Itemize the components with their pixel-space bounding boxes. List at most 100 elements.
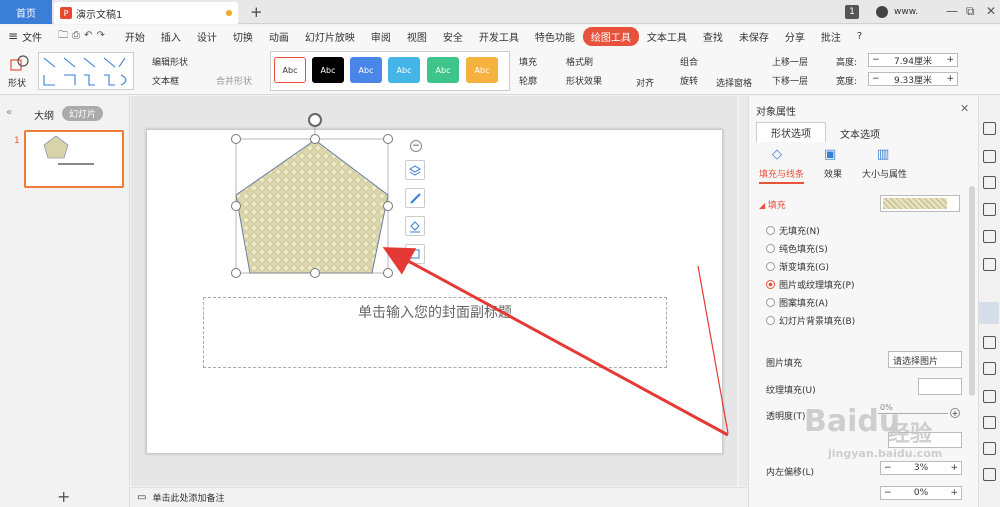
shape-side-icon[interactable]: [983, 176, 996, 189]
chart-icon[interactable]: [983, 258, 996, 271]
increment-icon[interactable]: +: [950, 408, 960, 418]
increment-icon[interactable]: +: [943, 74, 957, 84]
crop-icon[interactable]: [405, 244, 425, 264]
close-panel-icon[interactable]: ✕: [960, 102, 969, 115]
unsaved-status[interactable]: 未保存: [731, 29, 777, 44]
menu-item[interactable]: 审阅: [363, 29, 399, 44]
collapse-panel-icon[interactable]: «: [6, 107, 12, 118]
increment-icon[interactable]: +: [943, 55, 957, 65]
resize-handle[interactable]: [231, 134, 241, 144]
tab-shape-options[interactable]: 形状选项: [756, 122, 826, 142]
user-name[interactable]: www.: [894, 7, 918, 17]
fill-button[interactable]: 填充: [519, 55, 537, 68]
resize-handle[interactable]: [231, 201, 241, 211]
menu-item[interactable]: 动画: [261, 29, 297, 44]
box-icon[interactable]: [983, 390, 996, 403]
resize-handle[interactable]: [231, 268, 241, 278]
tab-document[interactable]: P 演示文稿1: [54, 2, 238, 24]
hamburger-icon[interactable]: ≡: [0, 29, 20, 43]
style-preset-white[interactable]: Abc: [274, 57, 306, 83]
selection-pane-button[interactable]: 选择窗格: [716, 76, 752, 89]
resize-handle[interactable]: [383, 268, 393, 278]
offset-right-input[interactable]: − 0% +: [880, 486, 962, 500]
select-icon[interactable]: [983, 336, 996, 349]
pen-icon[interactable]: [405, 188, 425, 208]
slide-thumbnail[interactable]: [24, 130, 124, 188]
fill-option[interactable]: 无填充(N): [766, 224, 820, 237]
resize-handle[interactable]: [383, 134, 393, 144]
add-slide-button[interactable]: +: [57, 487, 70, 506]
increment-icon[interactable]: +: [947, 463, 961, 473]
link-icon[interactable]: [983, 468, 996, 481]
size-icon[interactable]: ▥: [877, 147, 889, 162]
pentagon-shape[interactable]: [226, 112, 426, 282]
pin-icon[interactable]: [983, 203, 996, 216]
decrement-icon[interactable]: −: [881, 463, 895, 473]
copy-icon[interactable]: [983, 150, 996, 163]
fill-bucket-icon[interactable]: [405, 216, 425, 236]
help-button[interactable]: ?: [849, 31, 870, 42]
menu-text-tools[interactable]: 文本工具: [639, 29, 695, 44]
properties-active-icon[interactable]: [979, 302, 999, 324]
panel-scrollbar[interactable]: [969, 186, 975, 396]
style-preset-cyan[interactable]: Abc: [388, 57, 420, 83]
search-button[interactable]: 查找: [695, 29, 731, 44]
rotate-button[interactable]: 旋转: [680, 74, 698, 87]
window-count-badge[interactable]: 1: [845, 5, 859, 19]
resize-handle[interactable]: [310, 134, 320, 144]
height-input[interactable]: − 7.94厘米 +: [868, 53, 958, 67]
style-preset-black[interactable]: Abc: [312, 57, 344, 83]
menu-quick-tools[interactable]: 🗀⎙↶↷: [50, 28, 117, 45]
effect-icon[interactable]: ▣: [824, 147, 836, 162]
new-tab-button[interactable]: +: [250, 3, 263, 21]
menu-item[interactable]: 幻灯片放映: [297, 29, 363, 44]
resize-handle[interactable]: [383, 201, 393, 211]
fill-preview-dropdown[interactable]: [880, 195, 960, 212]
share-button[interactable]: 分享: [777, 29, 813, 44]
notes-bar[interactable]: ▭ 单击此处添加备注: [131, 487, 747, 507]
menu-item[interactable]: 切换: [225, 29, 261, 44]
style-preset-orange[interactable]: Abc: [466, 57, 498, 83]
grid-icon[interactable]: [983, 230, 996, 243]
decrement-icon[interactable]: −: [869, 55, 883, 65]
layers-side-icon[interactable]: [983, 362, 996, 375]
tab-outline[interactable]: 大纲: [34, 107, 54, 122]
align-button[interactable]: 对齐: [636, 76, 654, 89]
style-preset-green[interactable]: Abc: [427, 57, 459, 83]
edit-shape-button[interactable]: 编辑形状: [152, 55, 188, 68]
shape-effect-button[interactable]: 形状效果: [566, 74, 602, 87]
increment-icon[interactable]: +: [947, 488, 961, 498]
resize-handle[interactable]: [310, 268, 320, 278]
outline-button[interactable]: 轮廓: [519, 74, 537, 87]
bring-forward-button[interactable]: 上移一层: [772, 55, 808, 68]
format-brush-button[interactable]: 格式刷: [566, 55, 593, 68]
subtab-fill-line[interactable]: 填充与线条: [759, 167, 805, 184]
menu-file[interactable]: 文件: [20, 29, 50, 44]
fill-option-selected[interactable]: 图片或纹理填充(P): [766, 278, 854, 291]
text-box-button[interactable]: 文本框: [152, 74, 179, 87]
group-button[interactable]: 组合: [680, 55, 698, 68]
fill-option[interactable]: 图案填充(A): [766, 296, 828, 309]
menu-item[interactable]: 开始: [117, 29, 153, 44]
subtab-effect[interactable]: 效果: [824, 167, 842, 180]
minimize-button[interactable]: —: [946, 4, 958, 18]
menu-item[interactable]: 设计: [189, 29, 225, 44]
menu-drawing-tools[interactable]: 绘图工具: [582, 26, 639, 46]
layers-icon[interactable]: [405, 160, 425, 180]
fill-line-icon[interactable]: ◇: [772, 147, 782, 162]
rotate-handle-icon[interactable]: [308, 113, 322, 127]
audio-icon[interactable]: [983, 442, 996, 455]
fill-option[interactable]: 幻灯片背景填充(B): [766, 314, 855, 327]
style-preset-blue[interactable]: Abc: [350, 57, 382, 83]
decrement-icon[interactable]: −: [881, 488, 895, 498]
canvas-scrollbar[interactable]: [739, 96, 748, 486]
image-icon[interactable]: [983, 416, 996, 429]
menu-item[interactable]: 视图: [399, 29, 435, 44]
menu-item[interactable]: 安全: [435, 29, 471, 44]
decrement-icon[interactable]: −: [869, 74, 883, 84]
collapse-toolbar-icon[interactable]: −: [410, 140, 422, 152]
offset-left-input[interactable]: − 3% +: [880, 461, 962, 475]
settings-icon[interactable]: [983, 122, 996, 135]
annotate-button[interactable]: 批注: [813, 29, 849, 44]
menu-item[interactable]: 特色功能: [527, 29, 583, 44]
